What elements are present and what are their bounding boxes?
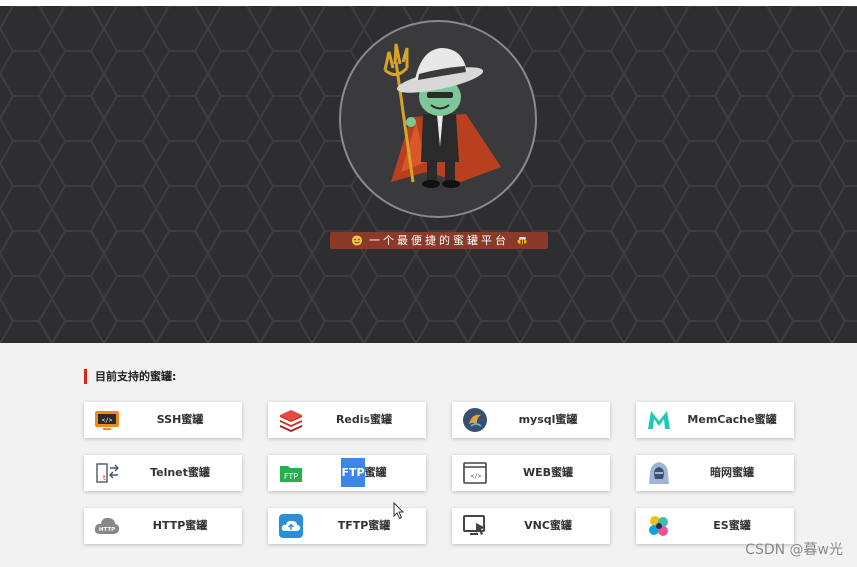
card-ftp[interactable]: FTP FTP蜜罐	[268, 455, 426, 491]
section-title: 目前支持的蜜罐:	[84, 369, 176, 384]
ssh-terminal-icon: </>	[95, 411, 119, 430]
card-web[interactable]: </> WEB蜜罐	[452, 455, 610, 491]
card-memcache[interactable]: MemCache蜜罐	[636, 402, 794, 438]
card-label-suffix: 蜜罐	[364, 466, 387, 479]
svg-text:</>: </>	[102, 417, 113, 424]
web-code-icon: </>	[463, 462, 487, 484]
card-telnet[interactable]: t Telnet蜜罐	[84, 455, 242, 491]
card-label: WEB蜜罐	[522, 466, 574, 479]
http-cloud-icon: HTTP	[94, 517, 120, 534]
svg-text:t: t	[103, 474, 106, 482]
card-ssh[interactable]: </> SSH蜜罐	[84, 402, 242, 438]
bee-emoji-icon	[516, 236, 527, 245]
memcache-icon	[648, 411, 670, 429]
card-label: HTTP蜜罐	[152, 519, 208, 532]
tftp-upload-icon	[279, 514, 303, 538]
card-label: Telnet蜜罐	[150, 466, 210, 479]
card-redis[interactable]: Redis蜜罐	[268, 402, 426, 438]
card-vnc[interactable]: VNC蜜罐	[452, 508, 610, 544]
ftp-icon: FTP	[280, 466, 302, 482]
card-label: mysql蜜罐	[518, 413, 578, 426]
hero-banner: 一个最便捷的蜜罐平台	[0, 6, 857, 343]
telnet-icon: t	[96, 463, 119, 483]
svg-text:</>: </>	[471, 473, 482, 480]
svg-text:FTP: FTP	[284, 472, 298, 481]
vnc-remote-icon	[463, 515, 486, 535]
card-label: 暗网蜜罐	[710, 466, 754, 479]
card-label: MemCache蜜罐	[687, 413, 777, 426]
watermark: CSDN @暮w光	[745, 542, 843, 558]
card-mysql[interactable]: mysql蜜罐	[452, 402, 610, 438]
hacker-hood-icon	[649, 462, 669, 484]
mysql-dolphin-icon	[463, 408, 487, 432]
devil-mascot-icon	[383, 43, 501, 188]
mouse-cursor-icon	[393, 502, 405, 520]
slogan-text: 一个最便捷的蜜罐平台	[369, 234, 509, 247]
smile-emoji-icon	[351, 235, 362, 246]
redis-icon	[280, 410, 302, 432]
card-label: FTP蜜罐	[308, 455, 420, 491]
card-darknet[interactable]: 暗网蜜罐	[636, 455, 794, 491]
slogan-banner: 一个最便捷的蜜罐平台	[330, 232, 548, 249]
card-label: VNC蜜罐	[524, 519, 572, 532]
selected-text: FTP	[341, 458, 365, 487]
elasticsearch-icon	[649, 516, 668, 536]
card-label: SSH蜜罐	[156, 413, 204, 426]
card-label: Redis蜜罐	[335, 413, 393, 426]
card-http[interactable]: HTTP HTTP蜜罐	[84, 508, 242, 544]
logo-avatar	[339, 20, 537, 218]
svg-text:HTTP: HTTP	[99, 527, 115, 533]
